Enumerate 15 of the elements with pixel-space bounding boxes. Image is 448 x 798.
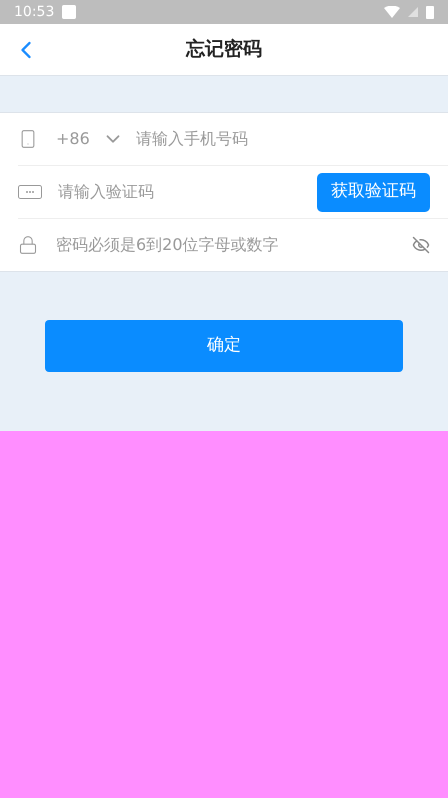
confirm-button[interactable]: 确定: [45, 320, 403, 372]
notification-icon: [62, 5, 76, 19]
wifi-icon: [384, 6, 400, 18]
page-title: 忘记密码: [186, 37, 262, 62]
code-icon: [18, 185, 42, 199]
status-time: 10:53: [14, 2, 54, 22]
country-code[interactable]: +86: [56, 127, 90, 151]
lock-icon: [18, 235, 38, 255]
code-input[interactable]: 请输入验证码: [58, 180, 317, 204]
password-input[interactable]: 密码必须是6到20位字母或数字: [56, 233, 412, 257]
battery-icon: [426, 5, 434, 19]
get-code-button[interactable]: 获取验证码: [317, 172, 430, 212]
phone-input[interactable]: 请输入手机号码: [136, 127, 430, 151]
signal-icon: [408, 7, 418, 17]
eye-off-icon[interactable]: [412, 236, 430, 254]
